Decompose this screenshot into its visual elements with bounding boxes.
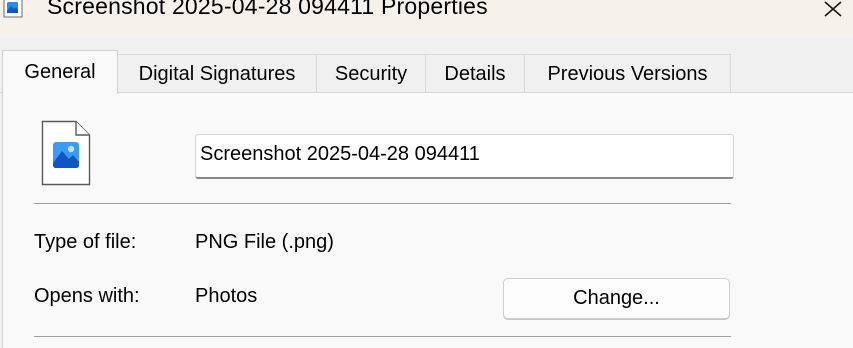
tab-previous-versions[interactable]: Previous Versions xyxy=(524,54,731,92)
section-divider xyxy=(34,203,731,204)
opens-with-value: Photos xyxy=(195,285,258,307)
tab-security[interactable]: Security xyxy=(316,54,426,92)
properties-window: Screenshot 2025-04-28 094411 Properties … xyxy=(0,0,853,348)
tab-strip: General Digital Signatures Security Deta… xyxy=(0,0,853,94)
tab-digital-signatures[interactable]: Digital Signatures xyxy=(117,54,317,92)
section-divider xyxy=(34,336,731,337)
file-name-field[interactable] xyxy=(195,134,734,179)
change-button[interactable]: Change... xyxy=(503,278,730,319)
tab-details[interactable]: Details xyxy=(425,54,525,92)
type-of-file-value: PNG File (.png) xyxy=(195,231,334,253)
tab-general[interactable]: General xyxy=(2,50,118,94)
type-of-file-label: Type of file: xyxy=(34,231,137,253)
opens-with-label: Opens with: xyxy=(34,285,140,307)
png-image-file-icon xyxy=(41,120,91,186)
